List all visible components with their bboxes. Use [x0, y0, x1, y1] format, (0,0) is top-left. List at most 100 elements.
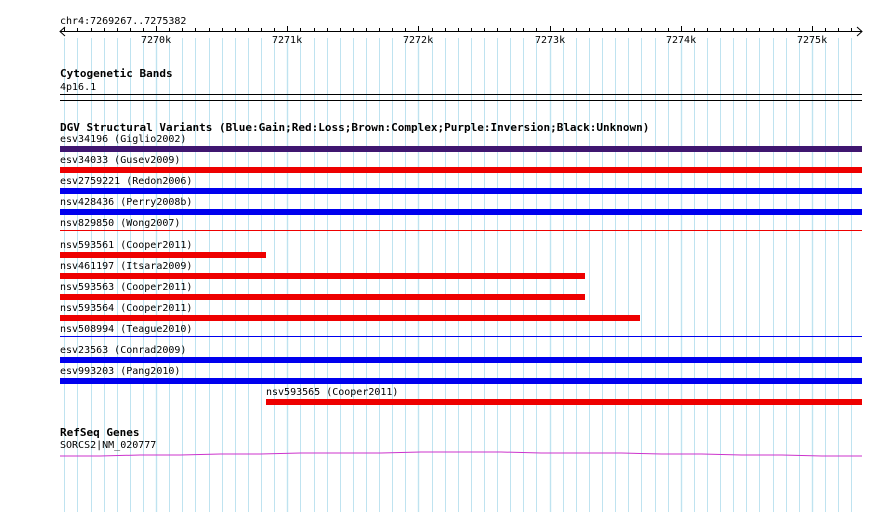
- variant-bar-gain[interactable]: [60, 336, 862, 337]
- ruler-major-tick: [812, 26, 813, 32]
- ruler-minor-tick: [327, 28, 328, 32]
- ruler-minor-tick: [510, 28, 511, 32]
- variant-label[interactable]: nsv593564 (Cooper2011): [60, 303, 192, 314]
- refseq-gene-label[interactable]: SORCS2|NM_020777: [60, 440, 156, 451]
- ruler-minor-tick: [143, 28, 144, 32]
- variant-bar-loss[interactable]: [60, 167, 862, 173]
- ruler-minor-tick: [523, 28, 524, 32]
- cytoband-label: 4p16.1: [60, 82, 97, 93]
- variant-label[interactable]: esv993203 (Pang2010): [60, 366, 180, 377]
- ruler-minor-tick: [64, 28, 65, 32]
- ruler-minor-tick: [838, 28, 839, 32]
- ruler-minor-tick: [248, 28, 249, 32]
- variant-label[interactable]: esv34196 (Giglio2002): [60, 134, 186, 145]
- ruler-tick-label: 7272k: [403, 35, 434, 46]
- ruler-minor-tick: [274, 28, 275, 32]
- ruler-minor-tick: [182, 28, 183, 32]
- ruler-minor-tick: [668, 28, 669, 32]
- variant-bar-gain[interactable]: [60, 209, 862, 215]
- ruler-tick-label: 7275k: [797, 35, 828, 46]
- ruler-minor-tick: [536, 28, 537, 32]
- ruler-tick-label: 7274k: [666, 35, 697, 46]
- ruler-minor-tick: [104, 28, 105, 32]
- variant-bar-gain[interactable]: [60, 188, 862, 194]
- refseq-track-title: RefSeq Genes: [60, 426, 140, 439]
- variant-bar-loss[interactable]: [60, 294, 585, 300]
- ruler-right-arrow-icon: [856, 26, 863, 37]
- ruler-minor-tick: [484, 28, 485, 32]
- dgv-track-title: DGV Structural Variants (Blue:Gain;Red:L…: [60, 121, 650, 134]
- variant-bar-loss[interactable]: [60, 230, 862, 231]
- ruler-minor-tick: [799, 28, 800, 32]
- variant-bar-gain[interactable]: [60, 357, 862, 363]
- variant-bar-loss[interactable]: [60, 252, 266, 258]
- ruler-minor-tick: [720, 28, 721, 32]
- ruler-minor-tick: [314, 28, 315, 32]
- ruler-minor-tick: [471, 28, 472, 32]
- variant-label[interactable]: nsv593563 (Cooper2011): [60, 282, 192, 293]
- ruler-major-tick: [550, 26, 551, 32]
- ruler-minor-tick: [77, 28, 78, 32]
- ruler-minor-tick: [353, 28, 354, 32]
- ruler-minor-tick: [458, 28, 459, 32]
- ruler-minor-tick: [340, 28, 341, 32]
- ruler-minor-tick: [300, 28, 301, 32]
- ruler-minor-tick: [195, 28, 196, 32]
- ruler-minor-tick: [759, 28, 760, 32]
- ruler-minor-tick: [117, 28, 118, 32]
- variant-label[interactable]: nsv508994 (Teague2010): [60, 324, 192, 335]
- ruler-minor-tick: [576, 28, 577, 32]
- locus-label: chr4:7269267..7275382: [60, 16, 187, 27]
- ruler-minor-tick: [602, 28, 603, 32]
- variant-label[interactable]: esv34033 (Gusev2009): [60, 155, 180, 166]
- variant-bar-inversion[interactable]: [60, 146, 862, 152]
- variant-label[interactable]: nsv428436 (Perry2008b): [60, 197, 192, 208]
- ruler-minor-tick: [733, 28, 734, 32]
- ruler-minor-tick: [641, 28, 642, 32]
- ruler-minor-tick: [851, 28, 852, 32]
- variant-bar-loss[interactable]: [266, 399, 862, 405]
- ruler-minor-tick: [235, 28, 236, 32]
- ruler-minor-tick: [392, 28, 393, 32]
- ruler-minor-tick: [432, 28, 433, 32]
- ruler-minor-tick: [628, 28, 629, 32]
- ruler-major-tick: [287, 26, 288, 32]
- ruler-minor-tick: [773, 28, 774, 32]
- ruler-minor-tick: [655, 28, 656, 32]
- cytoband-line-bottom: [60, 100, 862, 101]
- ruler-major-tick: [418, 26, 419, 32]
- variant-label[interactable]: esv23563 (Conrad2009): [60, 345, 186, 356]
- variant-label[interactable]: nsv593565 (Cooper2011): [266, 387, 398, 398]
- ruler-minor-tick: [445, 28, 446, 32]
- ruler-minor-tick: [786, 28, 787, 32]
- ruler-minor-tick: [589, 28, 590, 32]
- ruler-minor-tick: [209, 28, 210, 32]
- variant-label[interactable]: esv2759221 (Redon2006): [60, 176, 192, 187]
- ruler-minor-tick: [261, 28, 262, 32]
- cytoband-track-title: Cytogenetic Bands: [60, 67, 173, 80]
- cytoband-line-top: [60, 94, 862, 95]
- ruler-minor-tick: [405, 28, 406, 32]
- variant-label[interactable]: nsv593561 (Cooper2011): [60, 240, 192, 251]
- ruler-minor-tick: [169, 28, 170, 32]
- variant-bar-loss[interactable]: [60, 315, 640, 321]
- ruler-minor-tick: [707, 28, 708, 32]
- variant-label[interactable]: nsv829850 (Wong2007): [60, 218, 180, 229]
- ruler-minor-tick: [563, 28, 564, 32]
- ruler-minor-tick: [91, 28, 92, 32]
- ruler-minor-tick: [222, 28, 223, 32]
- variant-bar-gain[interactable]: [60, 378, 862, 384]
- variant-label[interactable]: nsv461197 (Itsara2009): [60, 261, 192, 272]
- ruler-minor-tick: [130, 28, 131, 32]
- ruler-minor-tick: [825, 28, 826, 32]
- ruler-minor-tick: [497, 28, 498, 32]
- ruler-minor-tick: [366, 28, 367, 32]
- ruler-tick-label: 7270k: [141, 35, 172, 46]
- ruler-tick-label: 7273k: [535, 35, 566, 46]
- ruler-minor-tick: [694, 28, 695, 32]
- refseq-intron-line[interactable]: [60, 451, 862, 457]
- ruler-minor-tick: [615, 28, 616, 32]
- ruler-minor-tick: [746, 28, 747, 32]
- variant-bar-loss[interactable]: [60, 273, 585, 279]
- ruler-minor-tick: [379, 28, 380, 32]
